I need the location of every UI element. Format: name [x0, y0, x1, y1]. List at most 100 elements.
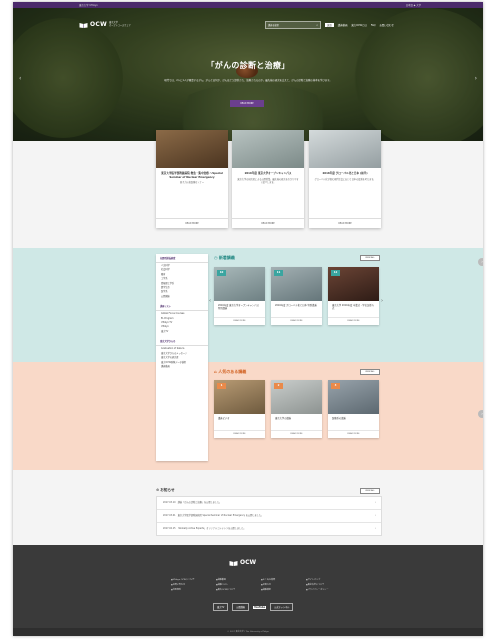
course-rank-badge: 3	[331, 383, 340, 389]
footer-link[interactable]: お知らせ	[261, 583, 306, 586]
featured-card-title: 2016年度 グローバル化と日本 (前半)	[322, 172, 368, 175]
scroll-arrow-icon[interactable]: ›	[478, 258, 483, 266]
sidebar-heading: 講座リスト	[156, 302, 208, 312]
footer-channel-button[interactable]: 公式チャンネル	[270, 603, 294, 611]
search-icon[interactable]: ⌕	[316, 23, 318, 27]
category-sidebar: 分野別講義検索 人文科学 社会科学 教育 工学系 情報理工学系 農学生命 医学系…	[156, 254, 208, 461]
hero-prev-arrow-icon[interactable]: ‹	[19, 75, 21, 82]
search-input[interactable]: 講義を検索 ⌕	[265, 21, 321, 29]
carousel-prev-icon[interactable]: ‹	[209, 298, 211, 304]
news-list: 2017.03.10 講義「がんの診断と治療」を公開しました。 › 2017.03…	[156, 496, 382, 536]
footer-link[interactable]: 東京大学について	[306, 583, 351, 586]
search-placeholder: 講義を検索	[268, 24, 279, 27]
footer-tv-button[interactable]: 東大TV	[213, 603, 229, 611]
scroll-arrow-icon[interactable]: ›	[478, 410, 483, 418]
nav-item-faq[interactable]: FAQ	[371, 24, 376, 27]
popular-courses-title-text: 人気のある講義	[218, 369, 247, 374]
footer-link[interactable]: 講義リスト	[216, 583, 261, 586]
footer-link[interactable]: プライバシーポリシー	[306, 588, 351, 591]
featured-card-description: グローバル化が進む現代社会において日本の役割を考えます。	[314, 177, 376, 181]
new-courses-title: ◷ 新着講義	[214, 255, 235, 261]
footer-link[interactable]: 講義動画	[216, 578, 261, 581]
sidebar-item[interactable]: 東大TV	[156, 330, 208, 334]
course-card-image: 3	[328, 380, 379, 414]
course-card-title: 2016年度 グローバル化と日本 特別講義	[275, 304, 317, 307]
hero-title: 「がんの診断と治療」	[206, 60, 290, 70]
course-card-read-more[interactable]: READ MORE	[271, 317, 322, 325]
course-card-read-more[interactable]: READ MORE	[214, 317, 265, 325]
nav-item-english[interactable]: 英語	[325, 23, 334, 27]
new-courses-title-text: 新着講義	[218, 255, 235, 260]
course-card[interactable]: 10 2016年度 東京大学オープンキャンパス 特別講義 READ MORE	[214, 267, 265, 325]
featured-card-image	[309, 130, 381, 168]
featured-card-read-more[interactable]: READ MORE	[156, 218, 228, 228]
featured-card[interactable]: 2016年度 東京大学オープンキャンパス 東京大学の研究者による公開授業。最先端…	[232, 130, 304, 228]
chevron-right-icon: ›	[375, 527, 376, 530]
footer-logo-text: OCW	[240, 559, 257, 566]
nav-item-contact[interactable]: お問い合わせ	[379, 23, 393, 27]
copyright: © 2017 東京大学 / The University of Tokyo	[13, 628, 483, 636]
course-card-image: 10	[214, 267, 265, 301]
footer-lecture-button[interactable]: 公開講座	[232, 603, 249, 611]
news-item[interactable]: 2017.03.01 東京大学医学部附属病院 Special Seminar o…	[157, 510, 381, 523]
news-view-all-button[interactable]: VIEW ALL	[360, 488, 380, 494]
course-card[interactable]: 11 2016年度 グローバル化と日本 特別講義 READ MORE	[271, 267, 322, 325]
course-card[interactable]: 1 講義ビデオ READ MORE	[214, 380, 265, 438]
course-card-read-more[interactable]: READ MORE	[328, 317, 379, 325]
news-item[interactable]: 2017.03.10 講義「がんの診断と治療」を公開しました。 ›	[157, 497, 381, 510]
main-nav: 講義を検索 ⌕ 英語 講義動画 東大OCWとは FAQ お問い合わせ	[265, 21, 394, 29]
featured-card-read-more[interactable]: READ MORE	[232, 218, 304, 228]
top-bar-language-links[interactable]: 日本語 ◆ 大学	[406, 3, 421, 7]
footer-link[interactable]: UTokyo OCW について	[171, 578, 216, 581]
footer-link[interactable]: よくある質問	[261, 578, 306, 581]
site-logo[interactable]: OCW 東京大学 オープンコースウェア	[79, 21, 131, 28]
youtube-icon[interactable]: YouTube	[252, 605, 267, 609]
hero-read-more-button[interactable]: READ MORE	[230, 100, 264, 107]
sidebar-heading: 東京大学からの	[156, 337, 208, 347]
footer-logo[interactable]: OCW	[229, 559, 256, 566]
featured-card-description: 原子力災害医療セミナー	[179, 181, 205, 185]
hero-next-arrow-icon[interactable]: ›	[475, 75, 477, 82]
course-rank-badge: 1	[217, 383, 226, 389]
course-rank-badge: 2	[274, 383, 283, 389]
nav-item-about[interactable]: 東大OCWとは	[351, 23, 366, 27]
sidebar-item[interactable]: 講義動画	[156, 365, 208, 369]
course-card-image: 2	[271, 380, 322, 414]
course-card[interactable]: 12 東京大学 2016年度 卒業式・学位記授与式 READ MORE	[328, 267, 379, 325]
popular-courses-view-all-button[interactable]: VIEW ALL	[360, 369, 380, 375]
news-item-text: 2017.03.10 講義「がんの診断と治療」を公開しました。	[163, 501, 222, 504]
nav-item-videos[interactable]: 講義動画	[338, 23, 348, 27]
carousel-next-icon[interactable]: ›	[381, 298, 383, 304]
footer-links: UTokyo OCW について 講義動画 よくある質問 サイトマップ お問い合わ…	[171, 578, 351, 591]
footer-buttons: 東大TV 公開講座 YouTube 公式チャンネル	[213, 603, 294, 611]
course-card-image: 12	[328, 267, 379, 301]
book-logo-icon	[229, 560, 238, 566]
chevron-right-icon: ›	[375, 501, 376, 504]
course-card-read-more[interactable]: READ MORE	[214, 430, 265, 438]
featured-card[interactable]: 2016年度 グローバル化と日本 (前半) グローバル化が進む現代社会において日…	[309, 130, 381, 228]
new-courses-view-all-button[interactable]: VIEW ALL	[360, 255, 380, 261]
course-card-title: 講義ビデオ	[218, 417, 230, 420]
news-title-text: お知らせ	[160, 488, 175, 492]
course-card-title: 2016年度 東京大学オープンキャンパス 特別講義	[218, 304, 259, 311]
footer-link[interactable]: 利用規約	[171, 588, 216, 591]
course-card[interactable]: 3 医療系の講義 READ MORE	[328, 380, 379, 438]
news-item[interactable]: 2017.02.15 「Globally Active Experts」オリジナ…	[157, 523, 381, 535]
sidebar-item[interactable]: 公開講座	[156, 295, 208, 299]
top-bar-university-link[interactable]: 東京大学 UTokyo	[79, 3, 98, 7]
featured-card-title: 2016年度 東京大学オープンキャンパス	[244, 172, 292, 175]
footer-link[interactable]: 東大OCWについて	[216, 588, 261, 591]
featured-card-read-more[interactable]: READ MORE	[309, 218, 381, 228]
course-card[interactable]: 2 東京大学の講義 READ MORE	[271, 380, 322, 438]
hero-description: 現代では、2人に1人が罹患するがん。がんとは何か、がんはどう診断され、治療される…	[164, 79, 332, 82]
featured-card-image	[232, 130, 304, 168]
course-card-read-more[interactable]: READ MORE	[271, 430, 322, 438]
footer-link[interactable]: サイトマップ	[306, 578, 351, 581]
footer-link[interactable]: 講義検索	[261, 588, 306, 591]
course-number-badge: 10	[217, 270, 226, 276]
course-card-image: 11	[271, 267, 322, 301]
page: 東京大学 UTokyo 日本語 ◆ 大学 OCW 東京大学 オープンコースウェア…	[13, 2, 483, 636]
course-card-read-more[interactable]: READ MORE	[328, 430, 379, 438]
featured-card[interactable]: 東京大学医学部附属病院 救急・集中治療 〜Special Seminar of …	[156, 130, 228, 228]
footer-link[interactable]: お問い合わせ	[171, 583, 216, 586]
